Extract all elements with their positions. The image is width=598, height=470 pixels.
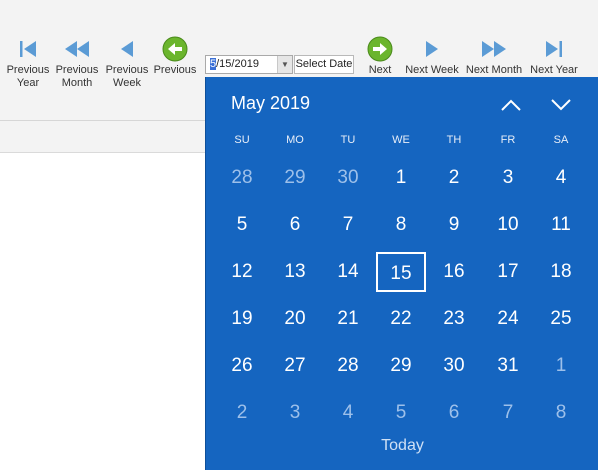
double-right-icon bbox=[465, 34, 523, 64]
calendar-day[interactable]: 20 bbox=[270, 299, 320, 339]
today-button[interactable]: Today bbox=[206, 437, 598, 455]
calendar-day[interactable]: 29 bbox=[376, 346, 426, 386]
calendar-day[interactable]: 5 bbox=[217, 205, 267, 245]
calendar-day-selected[interactable]: 15 bbox=[376, 252, 426, 292]
weekday-label: SA bbox=[553, 134, 569, 146]
next-month-label: Next Month bbox=[465, 64, 523, 76]
previous-year-button[interactable]: Previous Year bbox=[5, 34, 51, 90]
calendar-day[interactable]: 21 bbox=[323, 299, 373, 339]
calendar-day[interactable]: 23 bbox=[429, 299, 479, 339]
calendar-day[interactable]: 2 bbox=[429, 158, 479, 198]
calendar-day[interactable]: 4 bbox=[323, 393, 373, 433]
calendar-day[interactable]: 6 bbox=[429, 393, 479, 433]
first-triangle-icon bbox=[5, 34, 51, 64]
previous-day-button[interactable]: Previous bbox=[152, 34, 198, 77]
calendar-day[interactable]: 3 bbox=[483, 158, 533, 198]
date-edit-value: 5/15/2019 bbox=[210, 58, 259, 70]
calendar-day[interactable]: 18 bbox=[536, 252, 586, 292]
weekday-label: TH bbox=[446, 134, 462, 146]
next-week-label: Next Week bbox=[405, 64, 459, 76]
next-day-label: Next bbox=[368, 64, 392, 76]
calendar-prev-button[interactable] bbox=[498, 95, 524, 115]
date-edit-field[interactable]: 5/15/2019 ▼ bbox=[205, 55, 293, 74]
next-year-button[interactable]: Next Year bbox=[528, 34, 580, 77]
calendar-day[interactable]: 31 bbox=[483, 346, 533, 386]
calendar-day[interactable]: 8 bbox=[536, 393, 586, 433]
calendar-day[interactable]: 3 bbox=[270, 393, 320, 433]
calendar-day[interactable]: 4 bbox=[536, 158, 586, 198]
previous-day-label: Previous bbox=[153, 64, 197, 76]
calendar-day[interactable]: 29 bbox=[270, 158, 320, 198]
weekday-label: TU bbox=[340, 134, 356, 146]
right-triangle-icon bbox=[404, 34, 460, 64]
calendar-day[interactable]: 7 bbox=[483, 393, 533, 433]
weekday-label: WE bbox=[392, 134, 410, 146]
calendar-day[interactable]: 30 bbox=[429, 346, 479, 386]
calendar-day[interactable]: 14 bbox=[323, 252, 373, 292]
last-triangle-icon bbox=[528, 34, 580, 64]
calendar-day[interactable]: 5 bbox=[376, 393, 426, 433]
green-right-arrow-icon bbox=[360, 34, 400, 64]
calendar-day[interactable]: 13 bbox=[270, 252, 320, 292]
chevron-up-icon bbox=[501, 99, 521, 111]
weekday-label: FR bbox=[500, 134, 516, 146]
previous-week-label: Previous Week bbox=[105, 64, 149, 89]
calendar-day[interactable]: 10 bbox=[483, 205, 533, 245]
calendar-day[interactable]: 6 bbox=[270, 205, 320, 245]
calendar-popup: May 2019 SU MO TU WE TH FR SA 28 29 30 1 2 3 4 5 6 7 8 9 1… bbox=[205, 77, 598, 470]
previous-month-label: Previous Month bbox=[55, 64, 99, 89]
calendar-day[interactable]: 26 bbox=[217, 346, 267, 386]
calendar-day[interactable]: 30 bbox=[323, 158, 373, 198]
calendar-next-button[interactable] bbox=[548, 95, 574, 115]
next-month-button[interactable]: Next Month bbox=[465, 34, 523, 77]
next-week-button[interactable]: Next Week bbox=[404, 34, 460, 77]
next-day-button[interactable]: Next bbox=[360, 34, 400, 77]
date-edit-rest: /15/2019 bbox=[216, 58, 259, 70]
calendar-day[interactable]: 8 bbox=[376, 205, 426, 245]
dropdown-arrow-icon[interactable]: ▼ bbox=[277, 56, 292, 73]
calendar-day[interactable]: 28 bbox=[323, 346, 373, 386]
weekday-label: MO bbox=[286, 134, 304, 146]
calendar-day[interactable]: 16 bbox=[429, 252, 479, 292]
calendar-day[interactable]: 19 bbox=[217, 299, 267, 339]
calendar-day[interactable]: 7 bbox=[323, 205, 373, 245]
green-left-arrow-icon bbox=[152, 34, 198, 64]
calendar-day[interactable]: 9 bbox=[429, 205, 479, 245]
calendar-day[interactable]: 2 bbox=[217, 393, 267, 433]
previous-year-label: Previous Year bbox=[6, 64, 50, 89]
double-left-icon bbox=[54, 34, 100, 64]
left-triangle-icon bbox=[104, 34, 150, 64]
calendar-day[interactable]: 25 bbox=[536, 299, 586, 339]
previous-week-button[interactable]: Previous Week bbox=[104, 34, 150, 90]
calendar-day[interactable]: 27 bbox=[270, 346, 320, 386]
previous-month-button[interactable]: Previous Month bbox=[54, 34, 100, 90]
next-year-label: Next Year bbox=[530, 64, 578, 76]
select-date-button[interactable]: Select Date bbox=[294, 55, 354, 74]
calendar-day[interactable]: 28 bbox=[217, 158, 267, 198]
calendar-day[interactable]: 12 bbox=[217, 252, 267, 292]
calendar-day[interactable]: 24 bbox=[483, 299, 533, 339]
calendar-day[interactable]: 17 bbox=[483, 252, 533, 292]
calendar-day[interactable]: 22 bbox=[376, 299, 426, 339]
chevron-down-icon bbox=[551, 99, 571, 111]
calendar-day[interactable]: 1 bbox=[536, 346, 586, 386]
weekday-label: SU bbox=[234, 134, 250, 146]
calendar-day[interactable]: 11 bbox=[536, 205, 586, 245]
calendar-day[interactable]: 1 bbox=[376, 158, 426, 198]
calendar-month-label[interactable]: May 2019 bbox=[231, 93, 310, 114]
